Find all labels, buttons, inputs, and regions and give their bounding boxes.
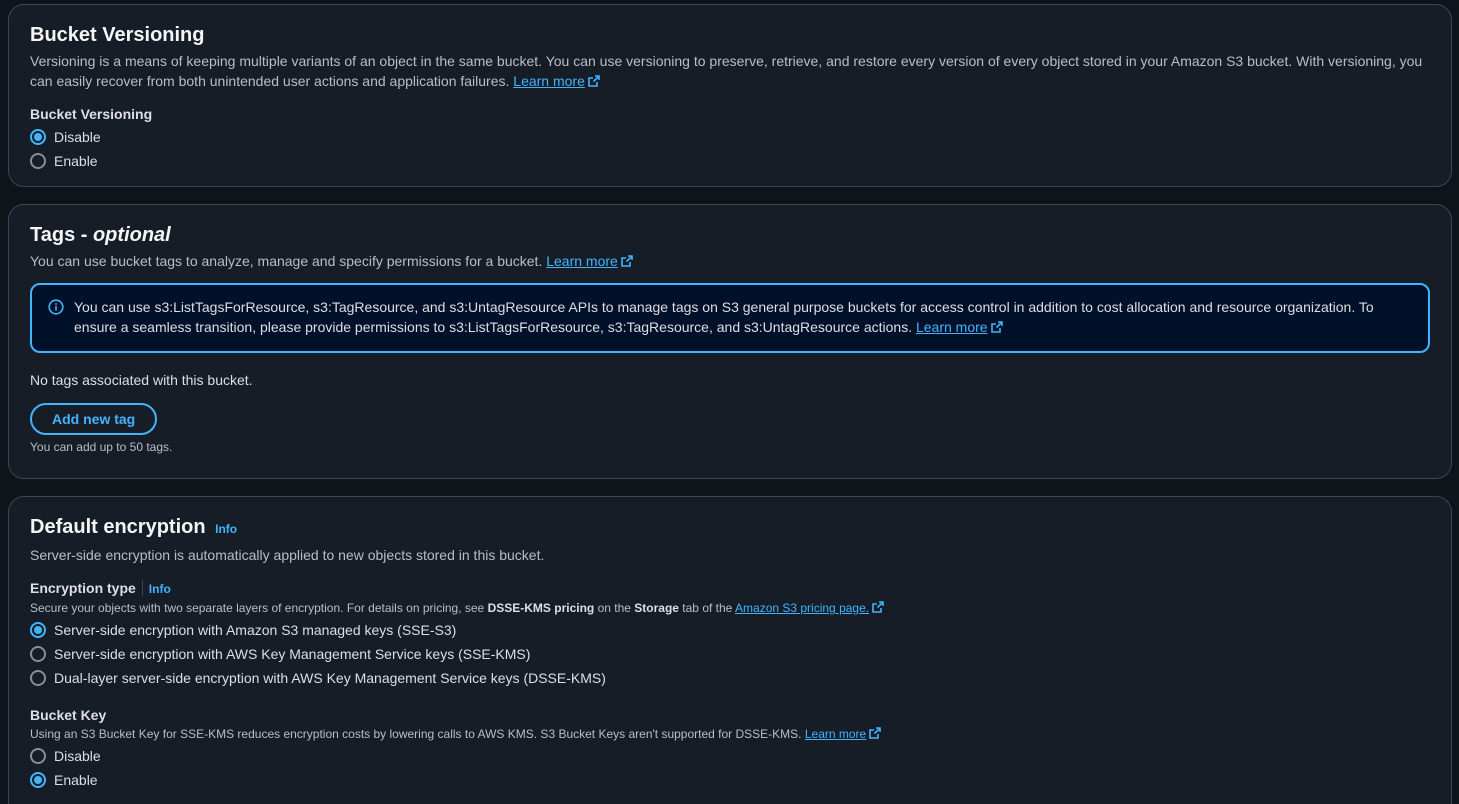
s3-create-bucket-page: Bucket Versioning Versioning is a means … bbox=[0, 0, 1459, 804]
bucket-key-enable-radio[interactable] bbox=[30, 772, 46, 788]
default-encryption-panel: Default encryption Info Server-side encr… bbox=[8, 496, 1452, 804]
tags-learn-more-link[interactable]: Learn more bbox=[546, 253, 618, 269]
versioning-enable-radio[interactable] bbox=[30, 153, 46, 169]
default-encryption-info-link[interactable]: Info bbox=[215, 522, 237, 536]
versioning-enable-label: Enable bbox=[54, 153, 98, 169]
tags-alert-learn-more-link[interactable]: Learn more bbox=[916, 319, 988, 335]
sse-s3-radio[interactable] bbox=[30, 622, 46, 638]
encryption-option-sse-kms[interactable]: Server-side encryption with AWS Key Mana… bbox=[30, 642, 1430, 666]
bucket-key-disable-label: Disable bbox=[54, 748, 101, 764]
versioning-option-disable[interactable]: Disable bbox=[30, 125, 1430, 149]
external-link-icon bbox=[990, 321, 1003, 333]
bucket-key-desc-text: Using an S3 Bucket Key for SSE-KMS reduc… bbox=[30, 727, 802, 741]
encryption-type-desc-bold-2: Storage bbox=[634, 601, 679, 615]
tags-alert-text: You can use s3:ListTagsForResource, s3:T… bbox=[74, 299, 1374, 335]
bucket-key-option-disable[interactable]: Disable bbox=[30, 744, 1430, 768]
bucket-key-description: Using an S3 Bucket Key for SSE-KMS reduc… bbox=[30, 726, 1430, 742]
tags-title-text: Tags - bbox=[30, 224, 93, 246]
bucket-versioning-description: Versioning is a means of keeping multipl… bbox=[30, 51, 1430, 91]
versioning-disable-label: Disable bbox=[54, 129, 101, 145]
tags-description-text: You can use bucket tags to analyze, mana… bbox=[30, 253, 543, 269]
default-encryption-title-text: Default encryption bbox=[30, 516, 206, 538]
tags-alert-content: You can use s3:ListTagsForResource, s3:T… bbox=[74, 297, 1412, 337]
sse-kms-label: Server-side encryption with AWS Key Mana… bbox=[54, 646, 531, 662]
tags-info-alert: You can use s3:ListTagsForResource, s3:T… bbox=[30, 283, 1430, 353]
bucket-versioning-panel: Bucket Versioning Versioning is a means … bbox=[8, 4, 1452, 187]
bucket-versioning-field-label: Bucket Versioning bbox=[30, 106, 153, 122]
encryption-option-sse-s3[interactable]: Server-side encryption with Amazon S3 ma… bbox=[30, 618, 1430, 642]
dsse-kms-label: Dual-layer server-side encryption with A… bbox=[54, 670, 606, 686]
sse-kms-radio[interactable] bbox=[30, 646, 46, 662]
add-new-tag-button[interactable]: Add new tag bbox=[30, 403, 158, 435]
label-separator bbox=[141, 580, 143, 596]
external-link-icon bbox=[588, 75, 600, 87]
encryption-type-desc-2: on the bbox=[594, 601, 635, 615]
bucket-versioning-description-text: Versioning is a means of keeping multipl… bbox=[30, 53, 1423, 89]
encryption-type-description: Secure your objects with two separate la… bbox=[30, 600, 1430, 616]
s3-pricing-page-link[interactable]: Amazon S3 pricing page. bbox=[735, 601, 869, 615]
external-link-icon bbox=[869, 727, 882, 739]
bucket-key-option-enable[interactable]: Enable bbox=[30, 768, 1430, 792]
tags-title: Tags - optional bbox=[30, 223, 1430, 247]
info-circle-icon bbox=[48, 299, 64, 315]
add-tag-button-wrap: Add new tag bbox=[30, 403, 1430, 435]
bucket-key-label: Bucket Key bbox=[30, 707, 107, 723]
dsse-kms-radio[interactable] bbox=[30, 670, 46, 686]
tags-title-optional: optional bbox=[92, 224, 171, 246]
encryption-type-label: Encryption type bbox=[30, 580, 136, 596]
encryption-type-radio-group: Server-side encryption with Amazon S3 ma… bbox=[30, 618, 1430, 690]
bucket-key-enable-label: Enable bbox=[54, 772, 98, 788]
bucket-versioning-radio-group: Disable Enable bbox=[30, 125, 1430, 173]
tags-description: You can use bucket tags to analyze, mana… bbox=[30, 251, 1430, 271]
bucket-key-disable-radio[interactable] bbox=[30, 748, 46, 764]
external-link-icon bbox=[621, 255, 633, 267]
bucket-key-radio-group: Disable Enable bbox=[30, 744, 1430, 792]
encryption-type-info-link[interactable]: Info bbox=[149, 582, 171, 596]
encryption-option-dsse-kms[interactable]: Dual-layer server-side encryption with A… bbox=[30, 666, 1430, 690]
encryption-type-label-row: Encryption type Info bbox=[30, 579, 1430, 598]
default-encryption-title: Default encryption Info bbox=[30, 515, 1430, 541]
tags-panel: Tags - optional You can use bucket tags … bbox=[8, 204, 1452, 479]
bucket-versioning-title: Bucket Versioning bbox=[30, 24, 205, 46]
versioning-option-enable[interactable]: Enable bbox=[30, 149, 1430, 173]
sse-s3-label: Server-side encryption with Amazon S3 ma… bbox=[54, 622, 457, 638]
versioning-disable-radio[interactable] bbox=[30, 129, 46, 145]
default-encryption-description: Server-side encryption is automatically … bbox=[30, 547, 545, 563]
encryption-type-desc-1: Secure your objects with two separate la… bbox=[30, 601, 488, 615]
encryption-type-desc-3: tab of the bbox=[678, 601, 736, 615]
encryption-type-desc-bold-1: DSSE-KMS pricing bbox=[487, 601, 595, 615]
bucket-versioning-learn-more-link[interactable]: Learn more bbox=[513, 73, 585, 89]
external-link-icon bbox=[872, 601, 884, 613]
bucket-key-learn-more-link[interactable]: Learn more bbox=[805, 727, 866, 741]
tags-empty-text: No tags associated with this bucket. bbox=[30, 372, 253, 388]
tags-limit-text: You can add up to 50 tags. bbox=[30, 440, 173, 454]
